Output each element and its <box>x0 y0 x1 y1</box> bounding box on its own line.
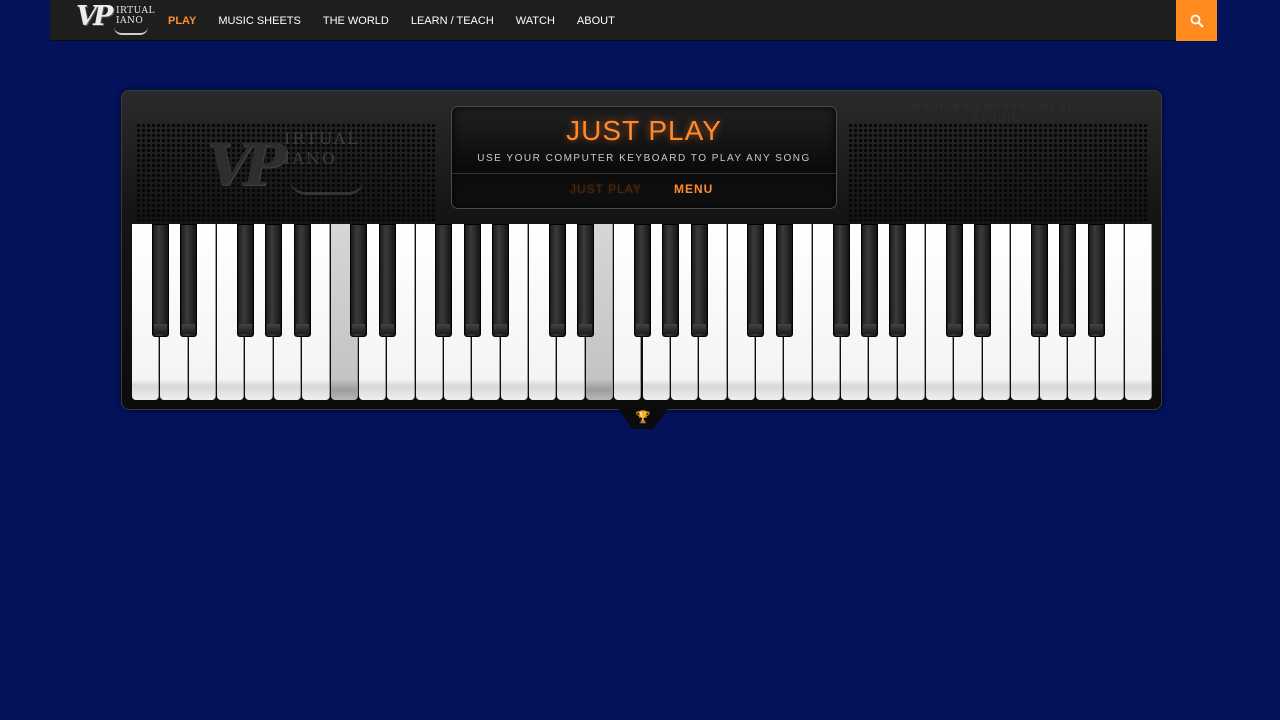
piano-logo-word-2: IANO <box>284 149 337 168</box>
black-key[interactable] <box>548 224 566 337</box>
nav-item-about[interactable]: ABOUT <box>577 15 615 27</box>
black-key[interactable] <box>747 224 765 337</box>
black-key[interactable] <box>945 224 963 337</box>
black-key[interactable] <box>832 224 850 337</box>
black-key[interactable] <box>1031 224 1049 337</box>
trophy-icon: 🏆 <box>635 410 651 424</box>
black-key[interactable] <box>492 224 510 337</box>
black-key[interactable] <box>690 224 708 337</box>
black-key[interactable] <box>378 224 396 337</box>
black-key[interactable] <box>1087 224 1105 337</box>
black-key[interactable] <box>293 224 311 337</box>
black-key[interactable] <box>1059 224 1077 337</box>
piano-display-screen: JUST PLAY USE YOUR COMPUTER KEYBOARD TO … <box>451 106 837 209</box>
logo-swirl <box>114 27 148 35</box>
just-play-tab[interactable]: JUST PLAY <box>570 182 642 196</box>
nav-item-the-world[interactable]: THE WORLD <box>323 15 389 27</box>
black-key[interactable] <box>775 224 793 337</box>
screen-divider <box>452 173 836 174</box>
mode-subtitle: USE YOUR COMPUTER KEYBOARD TO PLAY ANY S… <box>477 153 811 164</box>
logo-word-2: IANO <box>116 16 144 26</box>
main-menu: PLAY MUSIC SHEETS THE WORLD LEARN / TEAC… <box>168 0 637 41</box>
speaker-grille-right <box>848 123 1148 221</box>
black-key[interactable] <box>350 224 368 337</box>
black-key[interactable] <box>662 224 680 337</box>
black-key[interactable] <box>265 224 283 337</box>
black-key[interactable] <box>236 224 254 337</box>
mode-title: JUST PLAY <box>566 115 722 146</box>
search-icon <box>1190 14 1204 28</box>
nav-item-learn-teach[interactable]: LEARN / TEACH <box>411 15 494 27</box>
black-key[interactable] <box>889 224 907 337</box>
site-logo[interactable]: VP IRTUAL IANO <box>74 1 155 39</box>
piano-logo-swirl <box>290 179 364 195</box>
white-key[interactable] <box>1124 224 1152 400</box>
nav-item-play[interactable]: PLAY <box>168 15 196 27</box>
black-key[interactable] <box>577 224 595 337</box>
search-button[interactable] <box>1176 0 1217 41</box>
black-key[interactable] <box>151 224 169 337</box>
menu-tab[interactable]: MENU <box>674 182 713 196</box>
nav-item-music-sheets[interactable]: MUSIC SHEETS <box>218 15 301 27</box>
leaderboard-tab[interactable]: 🏆 <box>617 407 669 429</box>
made-by-credit: MADE BY CRYSTAL MAGIC STUDIO <box>912 103 1082 125</box>
piano-logo-word-1: IRTUAL <box>284 129 360 148</box>
logo-word-1: IRTUAL <box>116 6 155 16</box>
black-key[interactable] <box>463 224 481 337</box>
black-key[interactable] <box>860 224 878 337</box>
black-key[interactable] <box>180 224 198 337</box>
nav-item-watch[interactable]: WATCH <box>516 15 555 27</box>
black-key[interactable] <box>634 224 651 337</box>
top-navbar: VP IRTUAL IANO PLAY MUSIC SHEETS THE WOR… <box>50 0 1217 41</box>
virtual-piano: VP IRTUAL IANO MADE BY CRYSTAL MAGIC STU… <box>121 90 1162 410</box>
black-key[interactable] <box>974 224 992 337</box>
piano-keyboard <box>132 224 1153 401</box>
piano-logo: VP IRTUAL IANO <box>206 129 376 207</box>
black-key[interactable] <box>435 224 453 337</box>
logo-monogram: VP <box>76 1 113 32</box>
piano-logo-monogram: VP <box>206 131 287 199</box>
